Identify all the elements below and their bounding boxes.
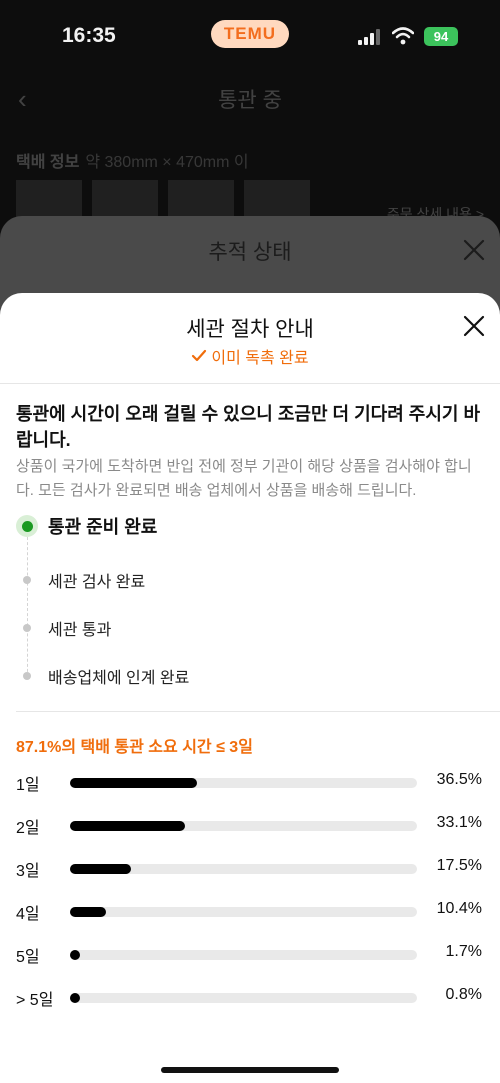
pending-step-dot [23, 672, 31, 680]
clearance-time-chart: 1일 36.5% 2일 33.1% 3일 17.5% 4일 10.4% 5일 1.7% > 5일 0.… [16, 769, 486, 1027]
bar-value-label: 10.4% [436, 900, 482, 917]
timeline-step-label: 세관 통과 [48, 622, 112, 639]
bar-category-label: 2일 [16, 820, 40, 837]
product-thumbnail [244, 180, 310, 220]
parcel-info-label: 택배 정보 [16, 154, 80, 171]
bar-track [70, 950, 417, 960]
pending-step-dot [23, 576, 31, 584]
bar [70, 821, 185, 831]
bar-track [70, 778, 417, 788]
timeline-line [27, 537, 28, 677]
timeline-step: 세관 통과 [16, 616, 111, 640]
battery-icon: 94 [424, 27, 458, 46]
timeline-step-label: 세관 검사 완료 [48, 574, 146, 591]
customs-timeline: 통관 준비 완료 세관 검사 완료 세관 통과 배송업체에 인계 완료 [16, 515, 486, 695]
battery-level: 94 [433, 29, 449, 44]
bar-track [70, 864, 417, 874]
bar-track [70, 993, 417, 1003]
home-indicator [161, 1067, 339, 1073]
close-icon[interactable] [462, 238, 486, 262]
product-thumbnail [92, 180, 158, 220]
headline: 통관에 시간이 오래 걸릴 수 있으니 조금만 더 기다려 주시기 바랍니다. [16, 404, 481, 450]
urge-status-text: 이미 독촉 완료 [211, 350, 309, 367]
bar-row: 5일 1.7% [16, 941, 486, 984]
bar [70, 950, 80, 960]
bar-row: > 5일 0.8% [16, 984, 486, 1027]
timeline-step: 통관 준비 완료 [16, 513, 157, 539]
bar-value-label: 17.5% [436, 857, 482, 874]
check-icon [192, 349, 207, 362]
bar-value-label: 1.7% [445, 943, 482, 960]
bar-track [70, 821, 417, 831]
bar [70, 864, 131, 874]
bar-value-label: 0.8% [445, 986, 482, 1003]
bar-row: 4일 10.4% [16, 898, 486, 941]
bar-category-label: 3일 [16, 863, 40, 880]
bar-value-label: 36.5% [436, 771, 482, 788]
pending-step-dot [23, 624, 31, 632]
customs-guide-modal: 세관 절차 안내 이미 독촉 완료 통관에 시간이 오래 걸릴 수 있으니 조금… [0, 293, 500, 1083]
status-time: 16:35 [62, 24, 116, 47]
divider [16, 711, 500, 712]
bar [70, 778, 197, 788]
bar-value-label: 33.1% [436, 814, 482, 831]
page-title: 통관 중 [218, 89, 282, 112]
bar-category-label: 4일 [16, 906, 40, 923]
urge-status: 이미 독촉 완료 [0, 344, 500, 368]
bar-row: 1일 36.5% [16, 769, 486, 812]
background-page: ‹ 통관 중 택배 정보 약 380mm × 470mm 이 주문 상세 내용 > [0, 74, 500, 234]
close-icon[interactable] [460, 312, 488, 340]
bar-category-label: 1일 [16, 777, 40, 794]
wifi-icon [392, 27, 414, 45]
product-thumbnail [16, 180, 82, 220]
bar-category-label: 5일 [16, 949, 40, 966]
stats-title: 87.1%의 택배 통관 소요 시간 ≤ 3일 [16, 739, 253, 756]
bar [70, 993, 80, 1003]
timeline-step: 세관 검사 완료 [16, 568, 145, 592]
timeline-step: 배송업체에 인계 완료 [16, 664, 189, 688]
timeline-step-label: 통관 준비 완료 [48, 517, 158, 537]
parcel-info: 택배 정보 약 380mm × 470mm 이 [16, 148, 249, 172]
temu-app-badge: TEMU [211, 20, 289, 48]
modal-title: 세관 절차 안내 [186, 318, 314, 341]
active-step-dot [16, 515, 38, 537]
product-thumbnail [168, 180, 234, 220]
bar-row: 2일 33.1% [16, 812, 486, 855]
divider [0, 383, 500, 384]
status-bar: 16:35 TEMU 94 [0, 0, 500, 74]
timeline-step-label: 배송업체에 인계 완료 [48, 670, 190, 687]
parcel-size: 약 380mm × 470mm 이 [85, 154, 249, 171]
description: 상품이 국가에 도착하면 반입 전에 정부 기관이 해당 상품을 검사해야 합니… [16, 458, 472, 499]
bar [70, 907, 107, 917]
cellular-signal-icon [358, 29, 380, 45]
bar-row: 3일 17.5% [16, 855, 486, 898]
product-thumbnails [16, 180, 310, 220]
tracking-sheet-title: 추적 상태 [208, 241, 292, 264]
bar-category-label: > 5일 [16, 992, 54, 1009]
bar-track [70, 907, 417, 917]
